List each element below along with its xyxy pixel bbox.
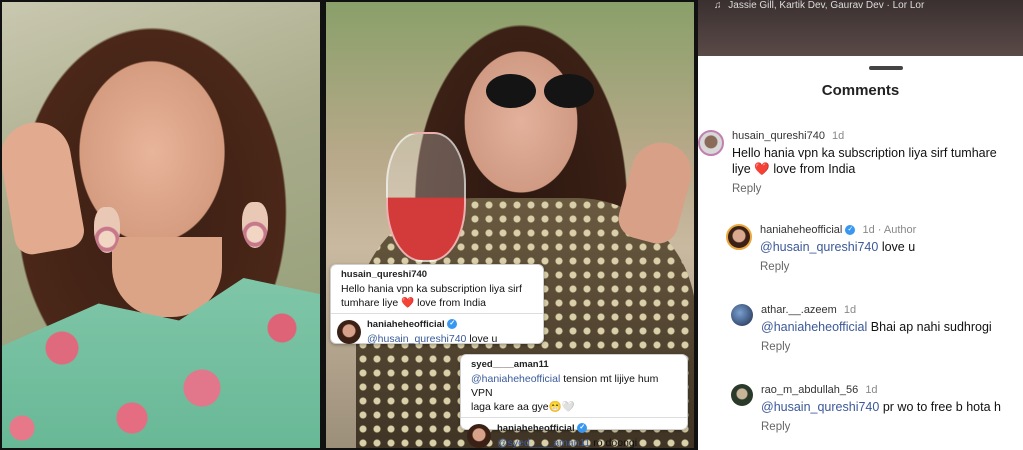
comment-text-line2: laga kare aa gye😁🤍 (471, 401, 575, 413)
reply-button[interactable]: Reply (760, 261, 916, 273)
comment-username[interactable]: husain_qureshi740 (732, 130, 825, 142)
reply-button[interactable]: Reply (761, 341, 992, 353)
mention-link[interactable]: @haniaheheofficial (761, 320, 867, 334)
avatar[interactable] (726, 224, 752, 250)
comment-text-line2: liye (732, 162, 751, 176)
avatar[interactable] (698, 130, 724, 156)
mention-link[interactable]: @husain_qureshi740 (761, 400, 879, 414)
comment-text: Bhai ap nahi sudhrogi (870, 320, 992, 334)
drag-handle[interactable] (869, 66, 903, 70)
avatar[interactable] (731, 304, 753, 326)
music-info[interactable]: ♫ Jassie Gill, Kartik Dev, Gaurav Dev · … (714, 0, 924, 11)
comments-title: Comments (821, 82, 900, 99)
verified-badge-icon: ✓ (845, 225, 856, 236)
sunglasses (486, 74, 596, 108)
reply-text: ro doongi (593, 437, 638, 449)
verified-badge-icon: ✓ (447, 319, 458, 330)
comment-username[interactable]: athar.__.azeem (761, 304, 837, 316)
reply-username[interactable]: haniaheheofficial (497, 423, 575, 434)
avatar[interactable] (337, 320, 361, 344)
comments-screenshot: ♫ Jassie Gill, Kartik Dev, Gaurav Dev · … (698, 0, 1023, 450)
comment-username[interactable]: rao_m_abdullah_56 (761, 384, 858, 396)
reply-button[interactable]: Reply (761, 421, 1001, 433)
mention-link[interactable]: @syed____aman11 (497, 437, 590, 448)
right-earring (242, 202, 268, 248)
reply-text: love u (469, 333, 498, 345)
comments-sheet: Comments husain_qureshi740 1d Hello hani… (698, 56, 1023, 450)
comment-text: love u (881, 240, 916, 254)
reel-top-strip: ♫ Jassie Gill, Kartik Dev, Gaurav Dev · … (698, 0, 1023, 56)
comment-text-end: love from India (417, 297, 486, 309)
comment-username[interactable]: haniaheheofficial (760, 224, 842, 236)
reply-username[interactable]: haniaheheofficial (367, 319, 445, 330)
heart-emoji: ❤️ (754, 162, 770, 176)
wine-glass (386, 132, 466, 262)
overlay-comment-card-2: syed____aman11 @haniaheheofficial tensio… (460, 354, 688, 448)
left-earring (94, 207, 120, 253)
comment-text-end: love from India (773, 162, 856, 176)
comment-item: rao_m_abdullah_56 1d @husain_qureshi740 … (731, 384, 1001, 433)
reply-button[interactable]: Reply (732, 183, 997, 195)
comment-time: 1d (832, 130, 845, 142)
music-text: Jassie Gill, Kartik Dev, Gaurav Dev · Lo… (728, 0, 925, 11)
comment-item: athar.__.azeem 1d @haniaheheofficial Bha… (731, 304, 992, 353)
left-photo (0, 0, 322, 450)
comment-text-line1: Hello hania vpn ka subscription liya sir… (732, 146, 997, 160)
mention-link[interactable]: @husain_qureshi740 (760, 240, 878, 254)
verified-badge-icon: ✓ (577, 423, 588, 434)
comment-time: 1d (865, 384, 878, 396)
comment-item: husain_qureshi740 1d Hello hania vpn ka … (698, 130, 997, 195)
heart-emoji: ❤️ (401, 297, 415, 309)
music-note-icon: ♫ (714, 0, 722, 11)
comment-time: 1d · Author (862, 224, 917, 236)
mention-link[interactable]: @haniaheheofficial (471, 373, 560, 385)
avatar[interactable] (467, 424, 491, 448)
mention-link[interactable]: @husain_qureshi740 (367, 333, 466, 345)
comment-username[interactable]: husain_qureshi740 (341, 268, 533, 282)
comment-time: 1d (843, 304, 857, 316)
comment-text: pr wo to free b hota h (882, 400, 1001, 414)
comment-item: haniaheheofficial ✓ 1d · Author @husain_… (726, 224, 916, 273)
comment-username[interactable]: syed____aman11 (471, 358, 677, 372)
avatar[interactable] (731, 384, 753, 406)
overlay-comment-card-1: husain_qureshi740 Hello hania vpn ka sub… (330, 264, 544, 345)
middle-photo: husain_qureshi740 Hello hania vpn ka sub… (324, 0, 696, 450)
